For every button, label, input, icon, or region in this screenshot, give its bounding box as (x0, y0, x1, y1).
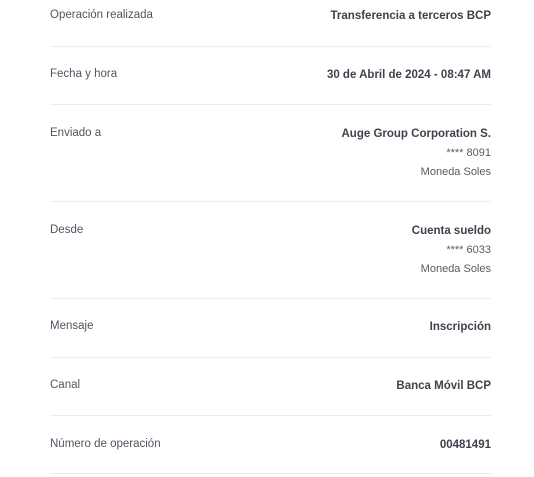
row-message: Mensaje Inscripción (50, 299, 491, 358)
recipient-name: Auge Group Corporation S. (341, 128, 492, 140)
channel-label: Canal (50, 379, 81, 391)
row-operation: Operación realizada Transferencia a terc… (50, 0, 491, 47)
row-source: Desde Cuenta sueldo **** 6033 Moneda Sol… (50, 202, 491, 299)
operation-value-block: Transferencia a terceros BCP (331, 9, 491, 23)
channel-value-block: Banca Móvil BCP (396, 379, 491, 393)
source-account-number: **** 6033 (446, 244, 491, 256)
source-label: Desde (50, 224, 84, 236)
source-currency: Moneda Soles (420, 263, 491, 275)
recipient-account: **** 8091 (446, 147, 491, 159)
message-value: Inscripción (429, 321, 491, 333)
operation-number-value-block: 00481491 (440, 438, 491, 452)
datetime-label: Fecha y hora (50, 68, 118, 80)
datetime-value: 30 de Abril de 2024 - 08:47 AM (326, 69, 491, 81)
datetime-value-block: 30 de Abril de 2024 - 08:47 AM (327, 68, 491, 82)
message-value-block: Inscripción (430, 320, 491, 334)
recipient-currency: Moneda Soles (420, 166, 491, 178)
operation-number-label: Número de operación (50, 438, 161, 450)
source-value-block: Cuenta sueldo **** 6033 Moneda Soles (412, 224, 491, 276)
channel-value: Banca Móvil BCP (396, 380, 491, 392)
operation-number-value: 00481491 (439, 439, 491, 451)
operation-value: Transferencia a terceros BCP (330, 10, 491, 22)
recipient-label: Enviado a (50, 127, 102, 139)
transfer-receipt: Operación realizada Transferencia a terc… (0, 0, 534, 477)
recipient-value-block: Auge Group Corporation S. **** 8091 Mone… (342, 127, 492, 179)
row-datetime: Fecha y hora 30 de Abril de 2024 - 08:47… (50, 47, 491, 105)
message-label: Mensaje (50, 320, 94, 332)
row-channel: Canal Banca Móvil BCP (50, 358, 491, 416)
row-recipient: Enviado a Auge Group Corporation S. ****… (50, 105, 491, 202)
operation-label: Operación realizada (50, 9, 153, 21)
row-operation-number: Número de operación 00481491 (50, 416, 491, 474)
source-account-name: Cuenta sueldo (411, 225, 491, 237)
